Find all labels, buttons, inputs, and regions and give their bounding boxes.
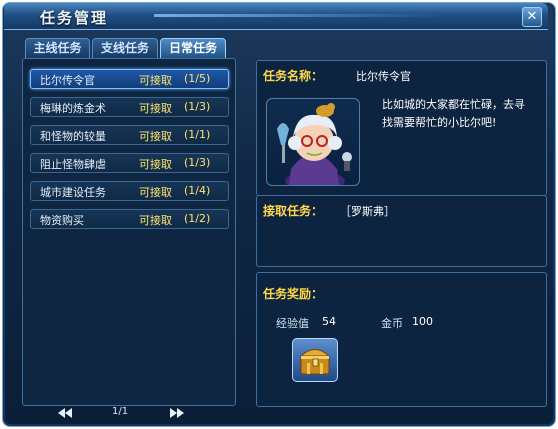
quest-name-value: 比尔传令官 <box>356 70 411 83</box>
double-left-arrow-icon[interactable] <box>58 408 72 418</box>
quest-status: 可接取 <box>139 158 172 171</box>
quest-name: 阻止怪物肆虐 <box>40 158 106 171</box>
exp-label: 经验值 <box>276 317 309 330</box>
quest-status: 可接取 <box>139 102 172 115</box>
quest-name: 比尔传令官 <box>40 74 95 87</box>
exp-value: 54 <box>322 315 336 328</box>
quest-status: 可接取 <box>139 74 172 87</box>
close-icon[interactable]: ✕ <box>522 7 542 27</box>
window-title: 任务管理 <box>40 9 109 27</box>
treasure-chest-icon <box>299 349 331 375</box>
gold-value: 100 <box>412 315 433 328</box>
quest-row[interactable]: 梅琳的炼金术 可接取 (1/3) <box>30 97 229 117</box>
quest-count: (1/1) <box>184 128 211 141</box>
title-ornament <box>154 14 444 17</box>
quest-row[interactable]: 和怪物的较量 可接取 (1/1) <box>30 125 229 145</box>
reward-item-slot[interactable] <box>292 338 338 382</box>
quest-name: 物资购买 <box>40 214 84 227</box>
tab-daily-quests[interactable]: 日常任务 <box>160 38 226 58</box>
tab-side-quests[interactable]: 支线任务 <box>92 38 158 58</box>
quest-row[interactable]: 阻止怪物肆虐 可接取 (1/3) <box>30 153 229 173</box>
npc-portrait <box>266 98 360 186</box>
quest-name: 梅琳的炼金术 <box>40 102 106 115</box>
double-right-arrow-icon[interactable] <box>170 408 184 418</box>
pager: 1/1 <box>50 405 190 421</box>
quest-list-panel: 比尔传令官 可接取 (1/5) 梅琳的炼金术 可接取 (1/3) 和怪物的较量 … <box>22 58 236 406</box>
quest-status: 可接取 <box>139 130 172 143</box>
quest-description: 比如城的大家都在忙碌，去寻找需要帮忙的小比尔吧! <box>382 98 525 129</box>
quest-name-label: 任务名称： <box>263 69 324 83</box>
accept-npc-value: ［罗斯弗］ <box>340 205 395 218</box>
quest-count: (1/3) <box>184 156 211 169</box>
quest-status: 可接取 <box>139 214 172 227</box>
quest-name: 和怪物的较量 <box>40 130 106 143</box>
quest-count: (1/2) <box>184 212 211 225</box>
quest-status: 可接取 <box>139 186 172 199</box>
quest-row[interactable]: 城市建设任务 可接取 (1/4) <box>30 181 229 201</box>
title-bar[interactable]: 任务管理 ✕ <box>4 3 548 30</box>
quest-row[interactable]: 比尔传令官 可接取 (1/5) <box>30 69 229 89</box>
quest-count: (1/4) <box>184 184 211 197</box>
quest-count: (1/3) <box>184 100 211 113</box>
accept-npc-label: 接取任务： <box>263 204 324 218</box>
quest-count: (1/5) <box>184 72 211 85</box>
tab-main-quests[interactable]: 主线任务 <box>25 38 90 58</box>
page-indicator: 1/1 <box>112 406 129 417</box>
npc-avatar-icon <box>277 103 352 185</box>
gold-label: 金币 <box>381 317 403 330</box>
reward-label: 任务奖励： <box>263 287 324 301</box>
quest-row[interactable]: 物资购买 可接取 (1/2) <box>30 209 229 229</box>
quest-name: 城市建设任务 <box>40 186 106 199</box>
